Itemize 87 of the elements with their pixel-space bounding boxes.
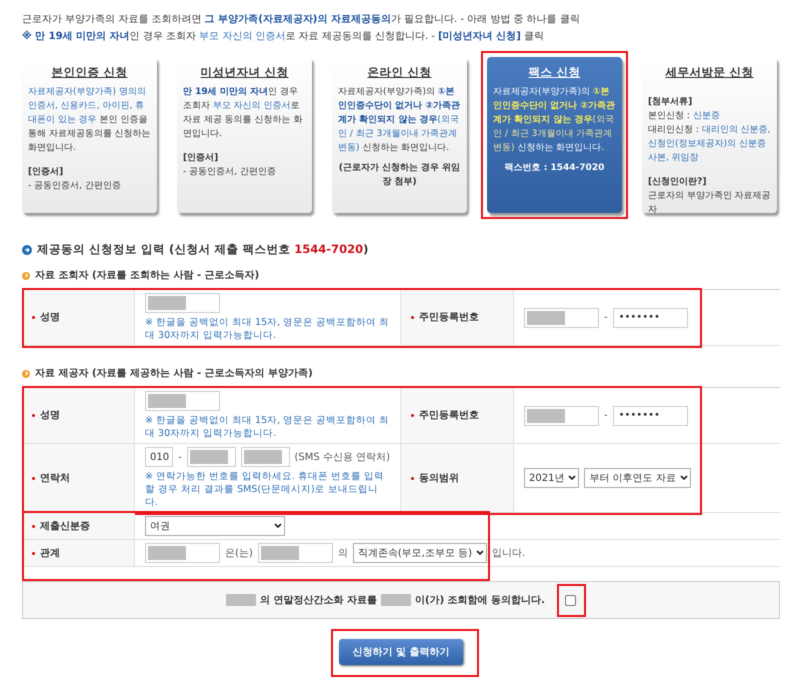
field-label: 주민등록번호: [419, 311, 479, 326]
field-label: 성명: [40, 409, 60, 424]
arrow-icon: [22, 370, 30, 378]
dropdown-value: 직계존속(부모,조부모 등): [358, 546, 472, 561]
chevron-icon: [680, 475, 688, 482]
option-card[interactable]: 본인인증 신청 자료제공자(부양가족) 명의의 인증서, 신용카드, 아이핀, 휴대폰이 있는 경우 본인 인증을 통해 자료제공동의를 신청하는 화면입니다. [인증서] - 공동인증서, 간편인증: [22, 57, 157, 213]
card-text: - 공동인증서, 간편인증: [28, 180, 122, 193]
input-field[interactable]: [258, 543, 333, 564]
redacted-block: [260, 546, 299, 560]
field-label: 관계: [40, 546, 60, 561]
dropdown[interactable]: 부터 이후연도 자료: [584, 468, 691, 488]
arrow-icon: [22, 244, 32, 255]
chevron-icon: [476, 550, 484, 556]
subsection-title: 자료 제공자 (자료를 제공하는 사람 - 근로소득자의 부양가족): [35, 367, 313, 382]
input-field[interactable]: [186, 447, 236, 468]
arrow-icon: [22, 272, 30, 280]
dropdown-value: 부터 이후연도 자료: [589, 472, 676, 486]
consent-text: 이(가) 조회함에 동의합니다.: [415, 594, 545, 608]
field-label: 제출신분증: [40, 520, 90, 534]
card-text: 자료제공자(부양가족)의 ①본인인증수단이 없거나 ②가족관계가 확인되지 않는 경우(외국인 / 최근 3개월이내 가족관계 변동) 신청하는 화면입니다.: [493, 86, 616, 155]
card-title: 미성년자녀 신청: [199, 65, 290, 79]
hint-text: ※ 연락가능한 번호를 입력하세요. 휴대폰 번호를 입력할 경우 처리 결과를 SMS(단문메시지)로 보내드립니다.: [145, 470, 386, 510]
input-field[interactable]: 010: [145, 447, 173, 468]
card-heading: [첨부서류]: [648, 96, 694, 109]
option-card[interactable]: 온라인 신청 자료제공자(부양가족)의 ①본인인증수단이 없거나 ②가족관계가 확인되지 않는 경우(외국인 / 최근 3개월이내 가족관계 변동) 신청하는 화면입니다. (근로자가 신청하는 경우 위임장 첨부): [332, 57, 467, 213]
card-text: 자료제공자(부양가족)의 ①본인인증수단이 없거나 ②가족관계가 확인되지 않는 경우(외국인 / 최근 3개월이내 가족관계 변동) 신청하는 화면입니다.: [338, 86, 461, 155]
field-text: 은(는): [225, 546, 253, 561]
input-field[interactable]: [145, 293, 220, 314]
instruction-text: 근로자가 부양가족의 자료를 조회하려면 그 부양가족(자료제공자)의 자료제공동의가 필요합니다. - 아래 방법 중 하나를 클릭: [22, 13, 581, 27]
redacted-block: [148, 296, 186, 310]
password-field[interactable]: •••••••: [612, 406, 688, 426]
card-text: 팩스번호 : 1544-7020: [504, 162, 606, 175]
field-text: -: [178, 450, 182, 465]
input-field[interactable]: [524, 406, 599, 426]
field-text: -: [604, 311, 608, 326]
card-heading: [인증서]: [28, 166, 64, 179]
input-field[interactable]: [145, 391, 220, 412]
card-text: 만 19세 미만의 자녀 인 경우 조회자 부모 자신의 인증서로 자료 제공 동의를 신청하는 화면입니다.: [183, 86, 304, 141]
checkbox[interactable]: [564, 594, 576, 606]
redacted-block: [244, 450, 282, 464]
field-label: 동의범위: [419, 472, 459, 486]
dropdown-value: 2021년: [529, 472, 564, 486]
card-text: 자료제공자(부양가족) 명의의 인증서, 신용카드, 아이핀, 휴대폰이 있는 경우 본인 인증을 통해 자료제공동의를 신청하는 화면입니다.: [28, 86, 151, 155]
chevron-icon: [274, 523, 282, 530]
hint-text: ※ 한글을 공백없이 최대 15자, 영문은 공백포함하여 최대 30자까지 입력가능합니다.: [145, 316, 390, 342]
redacted-block: [381, 594, 412, 606]
card-title: 본인인증 신청: [50, 65, 128, 79]
card-text: 본인신청 : 신분증: [648, 110, 721, 123]
card-text: - 공동인증서, 간편인증: [183, 166, 277, 179]
dropdown[interactable]: 2021년: [524, 468, 580, 488]
input-field[interactable]: [240, 447, 290, 468]
option-card[interactable]: 미성년자녀 신청 만 19세 미만의 자녀 인 경우 조회자 부모 자신의 인증서로 자료 제공 동의를 신청하는 화면입니다. [인증서] - 공동인증서, 간편인증: [177, 57, 312, 213]
field-text: -: [604, 409, 608, 424]
input-field[interactable]: [524, 308, 599, 328]
card-text: 대리인신청 : 대리인의 신분증, 신청인(정보제공자)의 신분증 사본, 위임장: [648, 124, 771, 165]
redacted-block: [527, 408, 565, 423]
dropdown[interactable]: 여권: [145, 516, 285, 536]
dropdown-value: 여권: [150, 520, 170, 534]
redacted-block: [190, 450, 228, 464]
field-label: 주민등록번호: [419, 409, 479, 424]
card-title: 세무서방문 신청: [664, 65, 754, 79]
dropdown[interactable]: 직계존속(부모,조부모 등): [352, 543, 487, 564]
redacted-block: [527, 310, 565, 325]
card-heading: [인증서]: [183, 152, 220, 165]
consent-text: 의 연말정산간소화 자료를: [260, 594, 378, 608]
card-text: (근로자가 신청하는 경우 위임장 첨부): [338, 162, 461, 189]
redacted-block: [226, 594, 256, 606]
chevron-icon: [568, 475, 576, 482]
field-text: (SMS 수신용 연락처): [294, 450, 390, 465]
subsection-title: 자료 조회자 (자료를 조회하는 사람 - 근로소득자): [35, 269, 260, 284]
card-heading: [신청인이란?]: [648, 176, 708, 189]
field-label: 성명: [40, 311, 60, 326]
instruction-text: ※ 만 19세 미만의 자녀인 경우 조회자 부모 자신의 인증서로 자료 제공동의를 신청합니다. - [미성년자녀 신청] 클릭: [22, 30, 545, 44]
submit-button[interactable]: 신청하기 및 출력하기: [338, 639, 464, 666]
hint-text: ※ 한글을 공백없이 최대 15자, 영문은 공백포함하여 최대 30자까지 입력가능합니다.: [145, 414, 390, 440]
card-title: 온라인 신청: [366, 65, 432, 79]
password-field[interactable]: •••••••: [612, 308, 688, 328]
option-card[interactable]: 세무서방문 신청 [첨부서류] 본인신청 : 신분증 대리인신청 : 대리인의 신분증, 신청인(정보제공자)의 신분증 사본, 위임장 [신청인이란?] 근로자의 부양가족인 자료제공자: [642, 57, 777, 213]
option-card[interactable]: 팩스 신청 자료제공자(부양가족)의 ①본인인증수단이 없거나 ②가족관계가 확인되지 않는 경우(외국인 / 최근 3개월이내 가족관계 변동) 신청하는 화면입니다. 팩스번호 : 1544-7020: [487, 57, 622, 213]
card-title: 팩스 신청: [527, 65, 582, 79]
field-text: 입니다.: [492, 546, 526, 561]
section-title: 제공동의 신청정보 입력 (신청서 제출 팩스번호 1544-7020): [37, 241, 368, 258]
input-field[interactable]: [145, 543, 220, 564]
redacted-block: [148, 546, 186, 560]
field-text: 의: [338, 546, 348, 561]
redacted-block: [148, 394, 186, 408]
field-label: 연락처: [40, 472, 70, 486]
